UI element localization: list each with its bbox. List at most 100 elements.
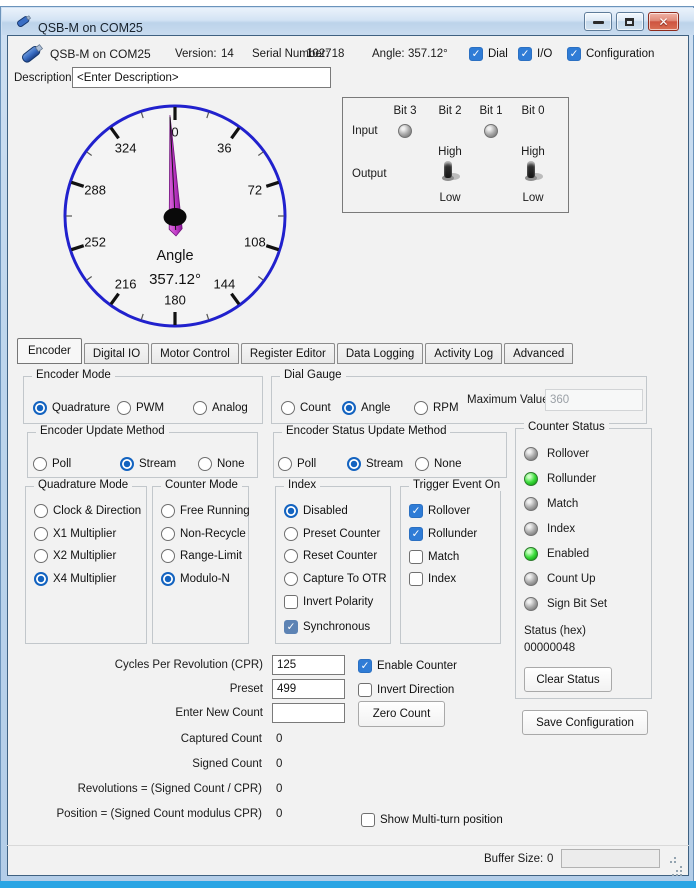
radio-pwm[interactable]: PWM: [117, 400, 164, 415]
group-counter-mode: Counter Mode Free RunningNon-RecycleRang…: [152, 486, 249, 644]
option-label: RPM: [433, 402, 459, 414]
maximum-value-label: Maximum Value: [467, 394, 549, 406]
radio-none[interactable]: None: [415, 456, 462, 471]
tab-label: Encoder: [28, 345, 71, 357]
maximize-icon: [625, 18, 634, 26]
minimize-button[interactable]: [584, 12, 612, 31]
readout-label: Position = (Signed Count modulus CPR): [10, 808, 262, 820]
option-label: None: [217, 458, 245, 470]
checkbox-i-o[interactable]: I/O: [518, 46, 552, 61]
checkbox-rollover[interactable]: Rollover: [409, 503, 470, 518]
option-label: Count: [300, 402, 331, 414]
option-label: Angle: [361, 402, 390, 414]
statusbar-resize-grip[interactable]: [664, 855, 672, 863]
description-input[interactable]: [72, 67, 331, 88]
radio-count[interactable]: Count: [281, 400, 331, 415]
save-configuration-button[interactable]: Save Configuration: [522, 710, 648, 735]
radio-rpm[interactable]: RPM: [414, 400, 459, 415]
window-resize-grip[interactable]: [672, 864, 684, 876]
radio-range-limit[interactable]: Range-Limit: [161, 548, 242, 563]
radio-non-recycle[interactable]: Non-Recycle: [161, 526, 246, 541]
dial-tick-label: 216: [115, 277, 137, 292]
radio-mark: [34, 572, 48, 586]
radio-mark: [415, 457, 429, 471]
close-icon: ✕: [649, 13, 678, 30]
tab-motor-control[interactable]: Motor Control: [151, 343, 239, 364]
radio-stream[interactable]: Stream: [120, 456, 176, 471]
radio-mark: [161, 527, 175, 541]
maximize-button[interactable]: [616, 12, 644, 31]
tab-register-editor[interactable]: Register Editor: [241, 343, 335, 364]
radio-poll[interactable]: Poll: [33, 456, 71, 471]
output-toggle-bit0[interactable]: [522, 160, 544, 184]
bit-header: Bit 2: [429, 105, 471, 117]
radio-mark: [414, 401, 428, 415]
checkbox-enable-counter[interactable]: Enable Counter: [358, 658, 457, 673]
output-toggle-bit2[interactable]: [439, 160, 461, 184]
readout-value: 0: [276, 758, 282, 770]
radio-reset-counter[interactable]: Reset Counter: [284, 548, 377, 563]
radio-mark: [347, 457, 361, 471]
radio-preset-counter[interactable]: Preset Counter: [284, 526, 380, 541]
checkbox-dial[interactable]: Dial: [469, 46, 508, 61]
clear-status-button[interactable]: Clear Status: [524, 667, 612, 692]
group-title: Encoder Update Method: [36, 425, 169, 437]
window-icon: [14, 12, 34, 30]
checkbox-invert-direction[interactable]: Invert Direction: [358, 682, 454, 697]
group-title: Counter Status: [524, 421, 609, 433]
output-low-label-bit2: Low: [430, 192, 470, 204]
preset-input[interactable]: [272, 679, 345, 699]
led-indicator: [524, 522, 538, 536]
radio-stream[interactable]: Stream: [347, 456, 403, 471]
radio-x4-multiplier[interactable]: X4 Multiplier: [34, 571, 116, 586]
tab-digital-io[interactable]: Digital IO: [84, 343, 149, 364]
checkbox-invert-polarity[interactable]: Invert Polarity: [284, 594, 373, 609]
cpr-input[interactable]: [272, 655, 345, 675]
tab-activity-log[interactable]: Activity Log: [425, 343, 502, 364]
radio-angle[interactable]: Angle: [342, 400, 390, 415]
close-button[interactable]: ✕: [648, 12, 679, 31]
checkbox-rollunder[interactable]: Rollunder: [409, 526, 477, 541]
group-index: Index DisabledPreset CounterReset Counte…: [275, 486, 391, 644]
zero-count-button[interactable]: Zero Count: [358, 701, 445, 727]
dial-tick-label: 288: [84, 183, 106, 198]
option-label: Synchronous: [303, 621, 370, 633]
radio-quadrature[interactable]: Quadrature: [33, 400, 110, 415]
readout-label: Captured Count: [10, 733, 262, 745]
statusbar-separator: [7, 845, 689, 846]
checkbox-configuration[interactable]: Configuration: [567, 46, 654, 61]
checkbox-synchronous[interactable]: Synchronous: [284, 619, 370, 634]
status-led-index: Index: [524, 521, 575, 536]
maximum-value-input[interactable]: [545, 389, 643, 411]
checkbox-show-multi-turn-position[interactable]: Show Multi-turn position: [361, 812, 503, 827]
radio-x1-multiplier[interactable]: X1 Multiplier: [34, 526, 116, 541]
radio-disabled[interactable]: Disabled: [284, 503, 348, 518]
checkbox-index[interactable]: Index: [409, 571, 456, 586]
radio-modulo-n[interactable]: Modulo-N: [161, 571, 230, 586]
tab-encoder[interactable]: Encoder: [17, 338, 82, 364]
radio-free-running[interactable]: Free Running: [161, 503, 250, 518]
output-high-label-bit2: High: [430, 146, 470, 158]
encoder-update-options: Poll Stream None: [27, 439, 258, 477]
radio-analog[interactable]: Analog: [193, 400, 248, 415]
radio-none[interactable]: None: [198, 456, 245, 471]
group-title: Quadrature Mode: [34, 479, 132, 491]
option-label: Configuration: [586, 48, 654, 60]
group-counter-status: Counter Status RolloverRollunderMatchInd…: [515, 428, 652, 699]
readout-value: 0: [276, 808, 282, 820]
tab-advanced[interactable]: Advanced: [504, 343, 573, 364]
option-label: Capture To OTR: [303, 573, 387, 585]
radio-capture-to-otr[interactable]: Capture To OTR: [284, 571, 387, 586]
radio-mark: [198, 457, 212, 471]
new-count-input[interactable]: [272, 703, 345, 723]
option-label: X2 Multiplier: [53, 550, 116, 562]
radio-mark: [278, 457, 292, 471]
radio-poll[interactable]: Poll: [278, 456, 316, 471]
checkbox-match[interactable]: Match: [409, 549, 459, 564]
status-hex-value: 00000048: [524, 642, 575, 654]
tab-data-logging[interactable]: Data Logging: [337, 343, 423, 364]
radio-clock-direction[interactable]: Clock & Direction: [34, 503, 141, 518]
led-label: Enabled: [547, 548, 589, 560]
option-label: Free Running: [180, 505, 250, 517]
radio-x2-multiplier[interactable]: X2 Multiplier: [34, 548, 116, 563]
